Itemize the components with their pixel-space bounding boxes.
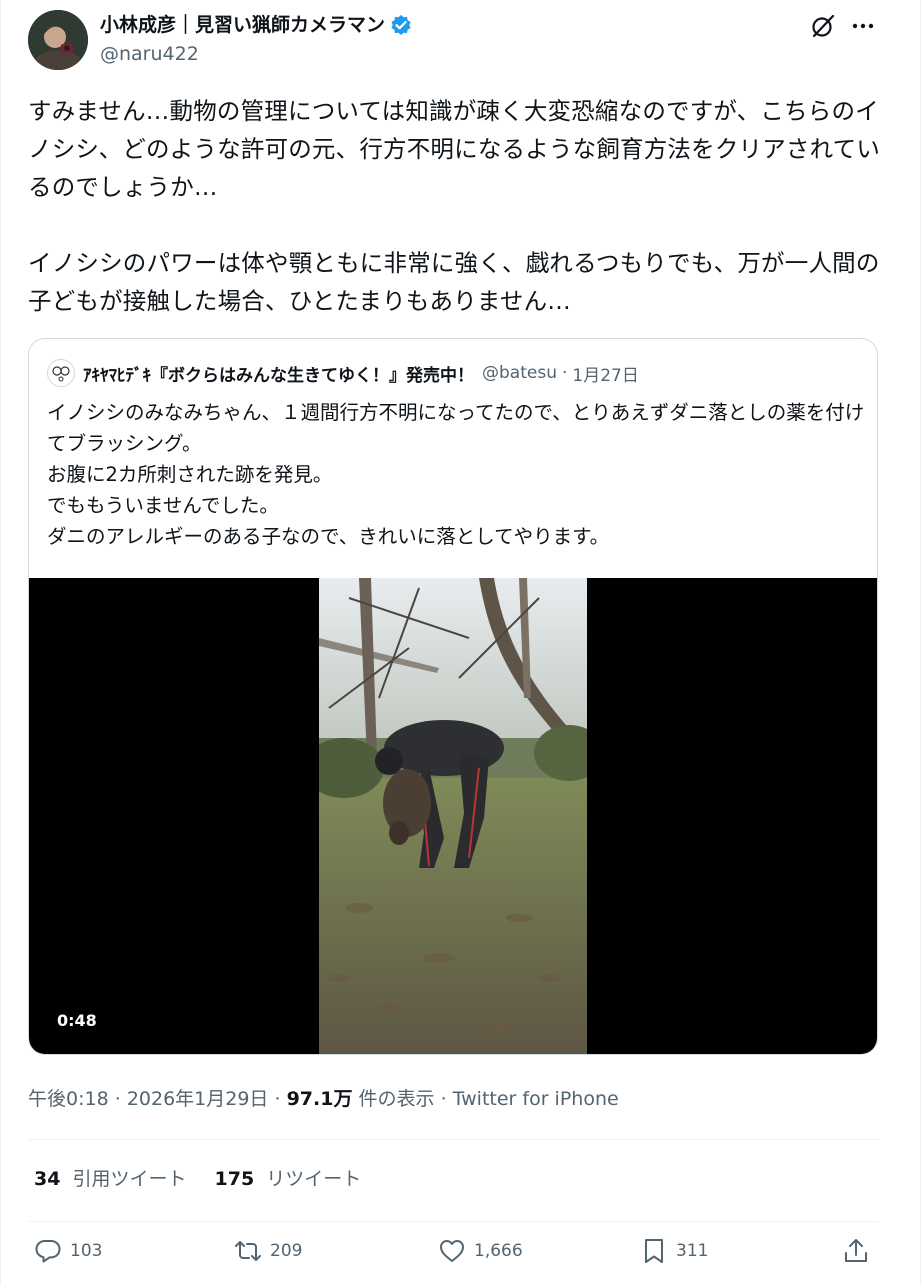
bookmark-button[interactable]: 311 [640,1237,708,1265]
author-handle[interactable]: @naru422 [100,40,412,68]
tweet-date[interactable]: 2026年1月29日 [127,1088,269,1110]
retweet-count: 209 [270,1241,303,1261]
tweet-time[interactable]: 午後0:18 [28,1088,109,1110]
quoted-separator: · [561,363,568,383]
quoted-tweet-header: ｱｷﾔﾏﾋﾃﾞｷ『ボクらはみんな生きてゆく！』発売中！ @batesu · 1月… [47,359,639,387]
more-icon[interactable] [849,12,877,40]
video-player[interactable]: 0:48 [29,578,877,1054]
retweet-icon [235,1241,261,1261]
author-name: 小林成彦｜見習い猟師カメラマン [100,14,386,36]
retweets-link[interactable]: 175 リツイート [215,1164,362,1191]
quote-tweets-link[interactable]: 34 引用ツイート [34,1164,187,1191]
reply-count: 103 [70,1241,103,1261]
like-button[interactable]: 1,666 [438,1237,523,1265]
verified-badge-icon [390,14,412,36]
view-label: 件の表示 [358,1088,435,1110]
quoted-date: 1月27日 [572,365,639,386]
engagement-stats: 34 引用ツイート 175 リツイート [34,1164,361,1191]
bookmark-icon [645,1239,663,1263]
like-count: 1,666 [474,1241,523,1261]
reply-button[interactable]: 103 [34,1237,102,1265]
author-info: 小林成彦｜見習い猟師カメラマン @naru422 [100,12,412,68]
video-thumbnail [319,578,587,1054]
avatar-image [28,10,88,70]
author-avatar[interactable] [28,10,88,70]
divider [28,1221,879,1222]
divider [28,1139,879,1140]
grok-icon[interactable] [809,12,837,40]
meta-separator: · [274,1088,281,1110]
reply-icon [35,1240,61,1263]
quote-tweets-count: 34 [34,1168,61,1190]
author-name-row[interactable]: 小林成彦｜見習い猟師カメラマン [100,12,412,38]
quoted-author-handle: @batesu [482,363,557,383]
quote-tweets-label: 引用ツイート [72,1168,187,1190]
quoted-author-name: ｱｷﾔﾏﾋﾃﾞｷ『ボクらはみんな生きてゆく！』発売中！ [83,365,474,386]
quoted-author-avatar [47,359,75,387]
tweet-source[interactable]: Twitter for iPhone [453,1088,619,1110]
heart-icon [440,1240,464,1262]
quoted-tweet[interactable]: ｱｷﾔﾏﾋﾃﾞｷ『ボクらはみんな生きてゆく！』発売中！ @batesu · 1月… [28,338,878,1055]
retweet-button[interactable]: 209 [234,1237,302,1265]
video-duration: 0:48 [53,1010,101,1031]
view-count: 97.1万 [286,1088,353,1110]
retweets-label: リツイート [266,1168,362,1190]
tweet-meta: 午後0:18 · 2026年1月29日 · 97.1万 件の表示 · Twitt… [28,1084,619,1111]
action-bar: 103 209 1,666 311 [28,1237,879,1277]
retweets-count: 175 [214,1168,255,1190]
meta-separator: · [114,1088,121,1110]
share-icon [845,1239,867,1262]
share-button[interactable] [842,1237,878,1265]
bookmark-count: 311 [676,1241,709,1261]
tweet-text: すみません…動物の管理については知識が疎く大変恐縮なのですが、こちらのイノシシ、… [28,97,881,315]
meta-separator: · [440,1088,447,1110]
tweet-detail: 小林成彦｜見習い猟師カメラマン @naru422 すみません…動物の管理について… [0,0,921,1285]
quoted-tweet-text: イノシシのみなみちゃん、１週間行方不明になってたので、とりあえずダニ落としの薬を… [47,401,865,548]
